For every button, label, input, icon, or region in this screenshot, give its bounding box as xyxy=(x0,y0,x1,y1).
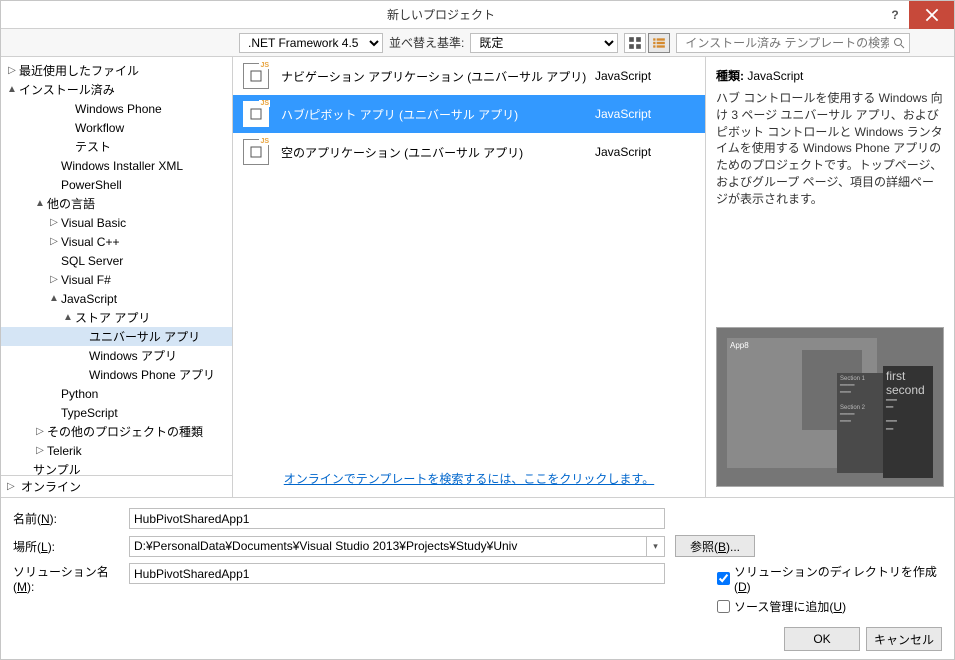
toolbar: .NET Framework 4.5 並べ替え基準: 既定 xyxy=(1,29,954,57)
js-template-icon: JS xyxy=(243,101,269,127)
view-list-button[interactable] xyxy=(648,33,670,53)
online-search-link-wrap: オンラインでテンプレートを検索するには、ここをクリックします。 xyxy=(233,464,705,497)
template-list: JSナビゲーション アプリケーション (ユニバーサル アプリ)JavaScrip… xyxy=(233,57,705,464)
help-icon[interactable]: ? xyxy=(881,8,909,22)
ok-button[interactable]: OK xyxy=(784,627,860,651)
left-pane: ▷最近使用したファイル ▲インストール済み ▷Windows Phone▷Wor… xyxy=(1,57,233,497)
tree-node[interactable]: ▷Visual C++ xyxy=(1,232,232,251)
tree-node[interactable]: ▷PowerShell xyxy=(1,175,232,194)
tree-node[interactable]: ▷Python xyxy=(1,384,232,403)
search-icon xyxy=(893,37,905,49)
online-search-link[interactable]: オンラインでテンプレートを検索するには、ここをクリックします。 xyxy=(284,472,654,486)
tree-node[interactable]: ▷Windows アプリ xyxy=(1,346,232,365)
tree-node[interactable]: ▷SQL Server xyxy=(1,251,232,270)
create-dir-checkbox[interactable] xyxy=(717,572,730,585)
sort-select[interactable]: 既定 xyxy=(470,33,618,53)
tree-node[interactable]: ▲ストア アプリ xyxy=(1,308,232,327)
solution-name-input[interactable] xyxy=(129,563,665,584)
solution-name-label: ソリューション名(M): xyxy=(13,563,119,594)
location-dropdown[interactable]: ▾ xyxy=(647,536,665,557)
framework-select[interactable]: .NET Framework 4.5 xyxy=(239,33,383,53)
tree-node[interactable]: ▷Visual F# xyxy=(1,270,232,289)
tiles-icon xyxy=(628,36,642,50)
tree-node[interactable]: ▷TypeScript xyxy=(1,403,232,422)
tree-node[interactable]: ▲他の言語 xyxy=(1,194,232,213)
template-item[interactable]: JSナビゲーション アプリケーション (ユニバーサル アプリ)JavaScrip… xyxy=(233,57,705,95)
name-input[interactable] xyxy=(129,508,665,529)
bottom-form: 名前(N): 場所(L): ▾ 参照(B)... ソリューション名(M): ソリ… xyxy=(1,497,954,659)
template-item[interactable]: JSハブ/ピボット アプリ (ユニバーサル アプリ)JavaScript xyxy=(233,95,705,133)
js-template-icon: JS xyxy=(243,139,269,165)
tree-recent[interactable]: ▷最近使用したファイル xyxy=(1,61,232,80)
tree-node[interactable]: ▷Visual Basic xyxy=(1,213,232,232)
location-label: 場所(L): xyxy=(13,538,119,555)
cancel-button[interactable]: キャンセル xyxy=(866,627,942,651)
title-bar: 新しいプロジェクト ? xyxy=(1,1,954,29)
list-icon xyxy=(652,36,666,50)
js-template-icon: JS xyxy=(243,63,269,89)
close-button[interactable] xyxy=(909,1,954,29)
tree-installed[interactable]: ▲インストール済み xyxy=(1,80,232,99)
template-preview: App8 Section 1━━━━━━━Section 2━━━━━━━ fi… xyxy=(716,327,944,487)
tree-node[interactable]: ▲JavaScript xyxy=(1,289,232,308)
template-kind: 種類: JavaScript xyxy=(716,67,944,84)
view-buttons xyxy=(624,33,670,53)
sort-label: 並べ替え基準: xyxy=(389,34,464,51)
tree-node[interactable]: ▷ユニバーサル アプリ xyxy=(1,327,232,346)
create-dir-label: ソリューションのディレクトリを作成(D) xyxy=(734,563,942,594)
name-label: 名前(N): xyxy=(13,510,119,527)
tree-node[interactable]: ▷その他のプロジェクトの種類 xyxy=(1,422,232,441)
tree-node[interactable]: ▷Windows Phone アプリ xyxy=(1,365,232,384)
tree-node[interactable]: ▷Workflow xyxy=(1,118,232,137)
tree-online[interactable]: ▷オンライン xyxy=(1,475,232,497)
tree-node[interactable]: ▷Windows Phone xyxy=(1,99,232,118)
tree-node[interactable]: ▷サンプル xyxy=(1,460,232,475)
browse-button[interactable]: 参照(B)... xyxy=(675,535,755,557)
view-tiles-button[interactable] xyxy=(624,33,646,53)
search-input[interactable] xyxy=(681,34,893,52)
dialog-title: 新しいプロジェクト xyxy=(1,6,881,23)
center-pane: JSナビゲーション アプリケーション (ユニバーサル アプリ)JavaScrip… xyxy=(233,57,706,497)
tree-node[interactable]: ▷テスト xyxy=(1,137,232,156)
close-icon xyxy=(925,8,939,22)
tree-node[interactable]: ▷Windows Installer XML xyxy=(1,156,232,175)
search-box[interactable] xyxy=(676,33,910,53)
add-source-control-checkbox[interactable] xyxy=(717,600,730,613)
right-pane: 種類: JavaScript ハブ コントロールを使用する Windows 向け… xyxy=(706,57,954,497)
template-item[interactable]: JS空のアプリケーション (ユニバーサル アプリ)JavaScript xyxy=(233,133,705,171)
location-input[interactable] xyxy=(129,536,647,557)
tree-node[interactable]: ▷Telerik xyxy=(1,441,232,460)
add-source-control-label: ソース管理に追加(U) xyxy=(734,598,846,615)
category-tree: ▷最近使用したファイル ▲インストール済み ▷Windows Phone▷Wor… xyxy=(1,57,232,475)
template-description: ハブ コントロールを使用する Windows 向け 3 ページ ユニバーサル ア… xyxy=(716,90,944,208)
